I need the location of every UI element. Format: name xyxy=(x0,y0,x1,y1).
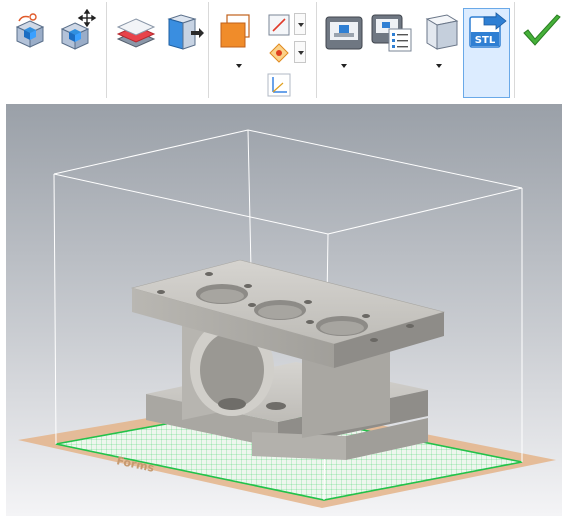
checkmark-icon xyxy=(523,14,561,46)
sketch-plane-dropdown[interactable] xyxy=(294,13,306,35)
scale-orange-square-icon xyxy=(220,14,250,48)
stl-label: STL xyxy=(475,35,496,46)
snap-point-button[interactable] xyxy=(264,40,294,66)
slice-layers-button[interactable] xyxy=(112,8,158,58)
sketch-plane-button[interactable] xyxy=(264,12,294,38)
axis-icon xyxy=(267,73,291,97)
view-cube-button[interactable] xyxy=(416,8,462,58)
ribbon-toolbar: STL xyxy=(0,0,568,100)
printer-select-button[interactable] xyxy=(320,8,366,58)
toolbar-separator xyxy=(208,2,209,98)
cube-icon xyxy=(425,14,459,50)
cube-face-arrow-icon xyxy=(167,14,204,50)
printer-settings-button[interactable] xyxy=(368,8,414,58)
toolbar-separator xyxy=(514,2,515,98)
axis-button[interactable] xyxy=(264,72,294,98)
place-face-button[interactable] xyxy=(160,8,206,58)
3d-viewport[interactable]: Forms xyxy=(6,104,562,516)
finish-button[interactable] xyxy=(518,8,564,58)
printer-icon xyxy=(325,16,363,50)
scale-button[interactable] xyxy=(214,8,260,58)
printer-dropdown-arrow[interactable] xyxy=(341,64,347,68)
viewport-scene: Forms xyxy=(6,104,562,516)
diamond-point-icon xyxy=(269,43,289,63)
rotate-model-button[interactable] xyxy=(6,8,52,58)
scale-dropdown-arrow[interactable] xyxy=(236,64,242,68)
toolbar-separator xyxy=(316,2,317,98)
line-plane-icon xyxy=(268,14,290,36)
toolbar-separator xyxy=(106,2,107,98)
rotate-cube-icon xyxy=(15,13,45,48)
stl-export-icon: STL xyxy=(469,12,507,48)
export-stl-button[interactable]: STL xyxy=(463,8,510,98)
cube-dropdown-arrow[interactable] xyxy=(436,64,442,68)
move-model-button[interactable] xyxy=(54,8,100,58)
layers-icon xyxy=(116,18,156,48)
move-cube-icon xyxy=(60,9,97,50)
snap-point-dropdown[interactable] xyxy=(294,41,306,63)
printer-settings-icon xyxy=(371,14,412,52)
